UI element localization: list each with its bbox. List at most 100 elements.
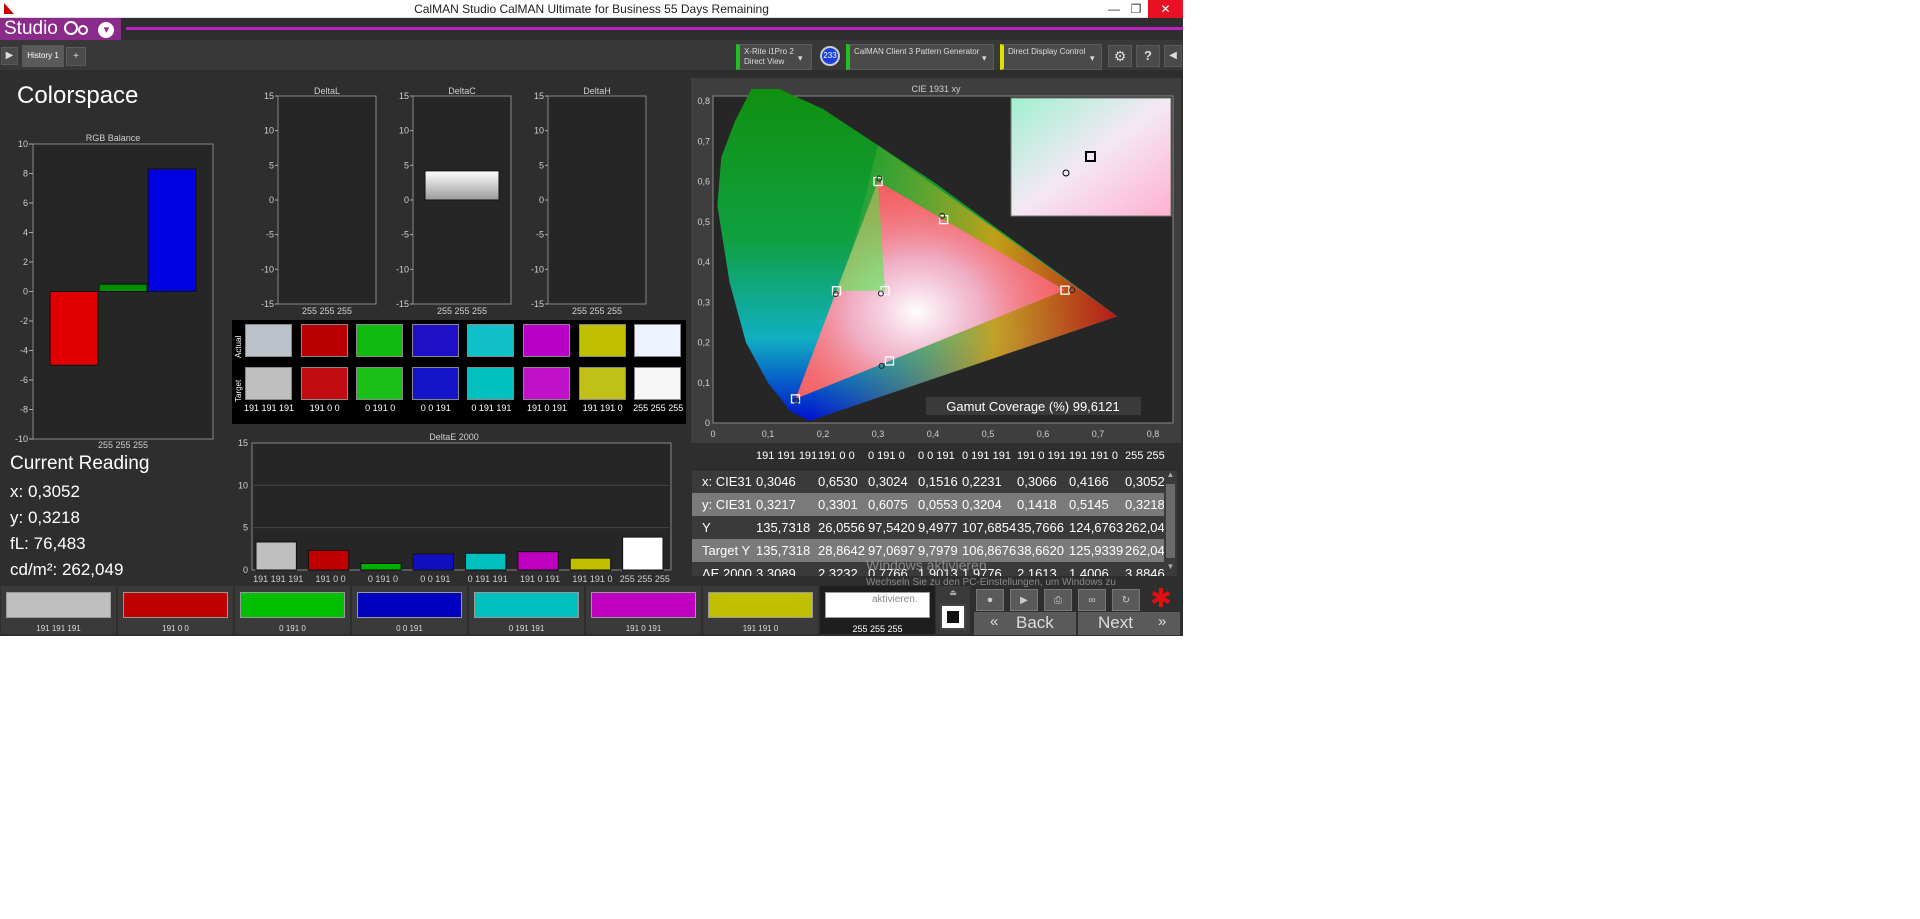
scroll-thumb[interactable] xyxy=(1166,484,1175,558)
patch-label: 0 0 191 xyxy=(396,624,423,633)
table-cell: 0,5145 xyxy=(1069,497,1109,512)
deltae-tick-label: 15 xyxy=(238,438,248,448)
swatch-target xyxy=(467,367,515,400)
brand-dropdown-icon[interactable]: ▾ xyxy=(98,22,115,38)
white-point-inset xyxy=(1010,97,1172,217)
scroll-up-icon[interactable]: ▲ xyxy=(1165,470,1176,482)
delta-tick-label: 10 xyxy=(534,126,544,136)
cie-x-tick: 0,8 xyxy=(1147,429,1160,439)
next-button[interactable]: Next » xyxy=(1078,612,1180,635)
maximize-button[interactable]: ❐ xyxy=(1124,0,1148,18)
help-icon[interactable]: ? xyxy=(1136,45,1160,67)
rgb-tick-label: -2 xyxy=(20,316,28,326)
table-cell: 2,1613 xyxy=(1017,566,1057,576)
table-cell: 2,3232 xyxy=(818,566,858,576)
table-cell: 0,3218 xyxy=(1125,497,1165,512)
pattern-generator-selector[interactable]: CalMAN Client 3 Pattern Generator ▾ xyxy=(846,44,994,70)
deltae-title: DeltaE 2000 xyxy=(429,432,479,442)
swatch-target xyxy=(356,367,404,400)
save-icon[interactable]: ⎙ xyxy=(1044,589,1072,611)
play-icon[interactable]: ▶ xyxy=(1,47,18,65)
rgb-tick-label: 8 xyxy=(23,169,28,179)
swatch-actual xyxy=(356,324,404,357)
swatch-actual xyxy=(411,324,459,357)
table-cell: 9,7979 xyxy=(918,543,958,558)
rgb-balance-chart: RGB Balance 10 8 6 4 2 0 -2 -4 -6 -8 -10 255 255 2… xyxy=(15,133,214,450)
table-cell: 106,8676 xyxy=(962,543,1017,558)
table-row-label: ΔE 2000 xyxy=(702,566,752,576)
patch-button[interactable]: 0 191 0 xyxy=(235,586,350,634)
deltae-tick-label: 10 xyxy=(238,480,248,490)
table-cell: 3,8846 xyxy=(1125,566,1165,576)
cie-x-tick: 0,7 xyxy=(1092,429,1105,439)
table-cell: 0,3301 xyxy=(818,497,858,512)
table-cell: 0,0553 xyxy=(918,497,958,512)
table-cell: 135,7318 xyxy=(756,520,811,535)
eject-icon[interactable]: ⏏ xyxy=(944,588,962,598)
refresh-icon[interactable]: ↻ xyxy=(1112,589,1140,611)
delta-title-0: DeltaL xyxy=(314,86,340,96)
rgb-tick-label: 0 xyxy=(23,287,28,297)
back-button[interactable]: « Back xyxy=(974,612,1076,635)
table-row[interactable]: Y 135,7318 26,0556 97,5420 9,4977 107,6854 35,… xyxy=(692,516,1177,539)
deltae-tick-label: 0 xyxy=(243,565,248,575)
chevron-down-icon: ▾ xyxy=(1090,53,1095,63)
delta-plot-area xyxy=(277,95,377,305)
patch-button[interactable]: 191 0 191 xyxy=(586,586,701,634)
table-row[interactable]: x: CIE31 0,3046 0,6530 0,3024 0,1516 0,2231 0,… xyxy=(692,470,1177,493)
table-cell: 0,1516 xyxy=(918,474,958,489)
delta-xlabel: 255 255 255 xyxy=(302,306,352,316)
patch-button[interactable]: 191 191 0 xyxy=(703,586,818,634)
close-button[interactable]: ✕ xyxy=(1148,0,1183,18)
delta-tick-label: -15 xyxy=(396,299,409,309)
add-tab-button[interactable]: + xyxy=(66,47,86,66)
swatch-actual xyxy=(634,324,682,357)
table-column-header: 0 191 191 xyxy=(962,450,1011,462)
minimize-button[interactable]: — xyxy=(1102,0,1126,18)
tab-history-1[interactable]: History 1 xyxy=(22,45,64,67)
table-column-header: 191 191 191 xyxy=(756,450,818,462)
play-icon[interactable]: ▶ xyxy=(1010,589,1038,611)
rgb-tick-label: 10 xyxy=(18,139,28,149)
table-row[interactable]: y: CIE31 0,3217 0,3301 0,6075 0,0553 0,3204 0,… xyxy=(692,493,1177,516)
meter-status-badge[interactable]: 233 xyxy=(820,46,840,66)
pattern-controls: ⏏ xyxy=(936,586,970,634)
meter-selector[interactable]: X-Rite i1Pro 2 Direct View ▾ xyxy=(736,44,812,70)
loop-icon[interactable]: ∞ xyxy=(1078,589,1106,611)
stop-button[interactable] xyxy=(940,604,966,630)
delta-title-1: DeltaC xyxy=(448,86,476,96)
gear-icon[interactable]: ⚙ xyxy=(1108,45,1132,67)
chevron-down-icon: ▾ xyxy=(982,53,987,63)
patch-color xyxy=(6,592,111,618)
patch-button[interactable]: 0 191 191 xyxy=(469,586,584,634)
swatch-target xyxy=(578,367,626,400)
display-control-selector[interactable]: Direct Display Control ▾ xyxy=(1000,44,1102,70)
studio-menu-button[interactable]: Studio ▾ xyxy=(0,18,121,40)
star-icon[interactable]: ✱ xyxy=(1150,583,1172,614)
patch-button[interactable]: 191 0 0 xyxy=(118,586,233,634)
table-column-header: 0 0 191 xyxy=(918,450,955,462)
swatch-actual xyxy=(300,324,348,357)
record-icon[interactable]: ⏺ xyxy=(976,589,1004,611)
rgb-tick-label: 6 xyxy=(23,198,28,208)
rgb-bar-r xyxy=(49,291,99,366)
chevron-down-icon: ▾ xyxy=(798,53,803,63)
scroll-down-icon[interactable]: ▼ xyxy=(1165,562,1176,574)
table-column-header: 191 191 0 xyxy=(1069,450,1118,462)
cie-y-tick: 0,7 xyxy=(697,136,710,146)
delta-tick-label: -5 xyxy=(401,230,409,240)
delta-xlabel: 255 255 255 xyxy=(437,306,487,316)
table-scrollbar[interactable]: ▲ ▼ xyxy=(1164,470,1177,574)
stop-icon xyxy=(947,611,959,623)
delta-tick-label: 5 xyxy=(539,160,544,170)
rgb-balance-xlabel: 255 255 255 xyxy=(98,440,148,450)
patch-button[interactable]: 255 255 255 aktivieren. xyxy=(820,586,935,634)
patch-button[interactable]: 0 0 191 xyxy=(352,586,467,634)
collapse-icon[interactable]: ◀ xyxy=(1164,45,1182,67)
patch-button[interactable]: 191 191 191 xyxy=(1,586,116,634)
cie-y-tick: 0,4 xyxy=(697,257,710,267)
table-cell: 0,4166 xyxy=(1069,474,1109,489)
swatch-label: 255 255 255 xyxy=(633,403,684,413)
deltae-bar xyxy=(517,551,559,571)
back-label: Back xyxy=(1016,613,1054,632)
